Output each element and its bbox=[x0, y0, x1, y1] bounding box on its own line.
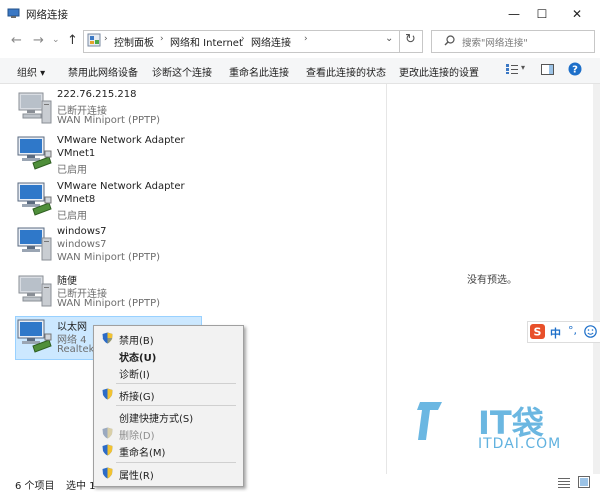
address-dropdown-icon[interactable]: ⌄ bbox=[385, 33, 393, 44]
view-status-button[interactable]: 查看此连接的状态 bbox=[306, 64, 386, 79]
status-item-count: 6 个项目 bbox=[15, 481, 55, 492]
large-icons-view-icon[interactable] bbox=[578, 476, 590, 488]
network-connections-icon bbox=[7, 8, 20, 18]
menu-separator bbox=[116, 383, 236, 384]
menu-item-label: 属性(R) bbox=[119, 471, 154, 482]
menu-separator bbox=[116, 462, 236, 463]
up-arrow-icon[interactable]: ↑ bbox=[67, 33, 78, 48]
breadcrumb-network-connections[interactable]: 网络连接 bbox=[251, 34, 291, 49]
refresh-icon[interactable]: ↻ bbox=[405, 32, 416, 47]
view-options-icon[interactable] bbox=[505, 63, 519, 75]
details-view-icon[interactable] bbox=[558, 477, 570, 488]
preview-placeholder: 没有预选。 bbox=[467, 275, 517, 286]
svg-text:S: S bbox=[534, 326, 542, 339]
breadcrumb-separator-icon: › bbox=[241, 34, 245, 44]
view-dropdown-icon[interactable]: ▾ bbox=[521, 63, 525, 72]
menu-item-label: 诊断(I) bbox=[119, 370, 150, 381]
dialup-connection-icon bbox=[18, 92, 52, 124]
diagnose-connection-button[interactable]: 诊断这个连接 bbox=[152, 64, 212, 79]
menu-item-status[interactable]: 状态(U) bbox=[94, 347, 243, 364]
breadcrumb-separator-icon: › bbox=[304, 34, 308, 44]
connection-device: 已启用 bbox=[57, 165, 87, 176]
menu-item-delete: 删除(D) bbox=[94, 425, 243, 442]
uac-shield-icon bbox=[102, 427, 113, 439]
list-item[interactable] bbox=[15, 179, 55, 219]
menu-item-bridge[interactable]: 桥接(G) bbox=[94, 386, 243, 403]
uac-shield-icon bbox=[102, 332, 113, 344]
rename-connection-button[interactable]: 重命名此连接 bbox=[229, 64, 289, 79]
ethernet-adapter-icon bbox=[17, 182, 52, 216]
uac-shield-icon bbox=[102, 444, 113, 456]
window-title: 网络连接 bbox=[26, 9, 68, 21]
connection-name: VMware Network Adapter bbox=[57, 135, 185, 146]
menu-item-label: 删除(D) bbox=[119, 431, 155, 442]
connection-name: VMware Network Adapter bbox=[57, 181, 185, 192]
scrollbar[interactable] bbox=[593, 84, 600, 474]
preview-pane-divider[interactable] bbox=[386, 84, 387, 474]
search-icon bbox=[444, 35, 455, 46]
breadcrumb-control-panel[interactable]: 控制面板 bbox=[114, 34, 154, 49]
maximize-button[interactable]: ☐ bbox=[525, 0, 559, 28]
ethernet-adapter-icon bbox=[17, 319, 52, 353]
forward-arrow-icon[interactable]: → bbox=[33, 33, 44, 48]
ime-punctuation-toggle[interactable]: °, bbox=[568, 324, 577, 337]
status-selected-count: 选中 1 bbox=[66, 481, 96, 492]
connection-name: 222.76.215.218 bbox=[57, 89, 137, 100]
connection-device: 已启用 bbox=[57, 211, 87, 222]
organize-menu[interactable]: 组织 ▾ bbox=[17, 64, 45, 79]
svg-text:?: ? bbox=[572, 65, 578, 76]
menu-item-label: 创建快捷方式(S) bbox=[119, 414, 194, 425]
connection-status: windows7 bbox=[57, 239, 107, 250]
breadcrumb-separator-icon: › bbox=[160, 34, 164, 44]
menu-item-label: 状态(U) bbox=[119, 353, 157, 364]
menu-item-create-shortcut[interactable]: 创建快捷方式(S) bbox=[94, 408, 243, 425]
connection-name: windows7 bbox=[57, 226, 107, 237]
change-settings-button[interactable]: 更改此连接的设置 bbox=[399, 64, 479, 79]
menu-item-label: 重命名(M) bbox=[119, 448, 166, 459]
breadcrumb-network-internet[interactable]: 网络和 Internet bbox=[170, 34, 243, 49]
list-item-selected[interactable] bbox=[15, 316, 55, 356]
connection-device: WAN Miniport (PPTP) bbox=[57, 115, 161, 126]
uac-shield-icon bbox=[102, 467, 113, 479]
help-icon[interactable]: ? bbox=[568, 62, 582, 76]
emoji-icon[interactable] bbox=[584, 325, 597, 338]
disable-device-button[interactable]: 禁用此网络设备 bbox=[68, 64, 138, 79]
ethernet-adapter-icon bbox=[17, 136, 52, 170]
connection-status: VMnet1 bbox=[57, 148, 96, 159]
sogou-logo-icon[interactable]: S bbox=[530, 324, 545, 339]
breadcrumb-separator-icon: › bbox=[104, 34, 108, 44]
menu-item-label: 桥接(G) bbox=[119, 392, 155, 403]
back-arrow-icon[interactable]: ← bbox=[11, 33, 22, 48]
menu-item-diagnose[interactable]: 诊断(I) bbox=[94, 364, 243, 381]
list-item[interactable] bbox=[15, 87, 55, 127]
control-panel-icon bbox=[87, 33, 101, 47]
connection-device: WAN Miniport (PPTP) bbox=[57, 298, 161, 309]
context-menu: 禁用(B) 状态(U) 诊断(I) 桥接(G) 创建快捷方式(S) 删除(D) … bbox=[93, 325, 244, 487]
vpn-connection-icon bbox=[17, 227, 52, 261]
dialup-connection-icon bbox=[18, 275, 52, 307]
menu-item-rename[interactable]: 重命名(M) bbox=[94, 442, 243, 459]
watermark-site: ITDAI.COM bbox=[478, 436, 562, 452]
close-button[interactable]: ✕ bbox=[560, 0, 594, 28]
connection-status: VMnet8 bbox=[57, 194, 96, 205]
search-placeholder: 搜索"网络连接" bbox=[462, 38, 528, 49]
address-divider bbox=[399, 31, 400, 52]
list-item[interactable] bbox=[15, 270, 55, 310]
preview-pane-icon[interactable] bbox=[541, 64, 554, 75]
list-item[interactable] bbox=[15, 133, 55, 173]
menu-item-label: 禁用(B) bbox=[119, 336, 154, 347]
uac-shield-icon bbox=[102, 388, 113, 400]
recent-chevron-icon[interactable]: ⌄ bbox=[52, 35, 60, 45]
menu-item-properties[interactable]: 属性(R) bbox=[94, 465, 243, 482]
menu-separator bbox=[116, 405, 236, 406]
menu-item-disable[interactable]: 禁用(B) bbox=[94, 330, 243, 347]
list-item[interactable] bbox=[15, 224, 55, 264]
connection-device: WAN Miniport (PPTP) bbox=[57, 252, 161, 263]
ime-language-toggle[interactable]: 中 bbox=[550, 325, 561, 341]
